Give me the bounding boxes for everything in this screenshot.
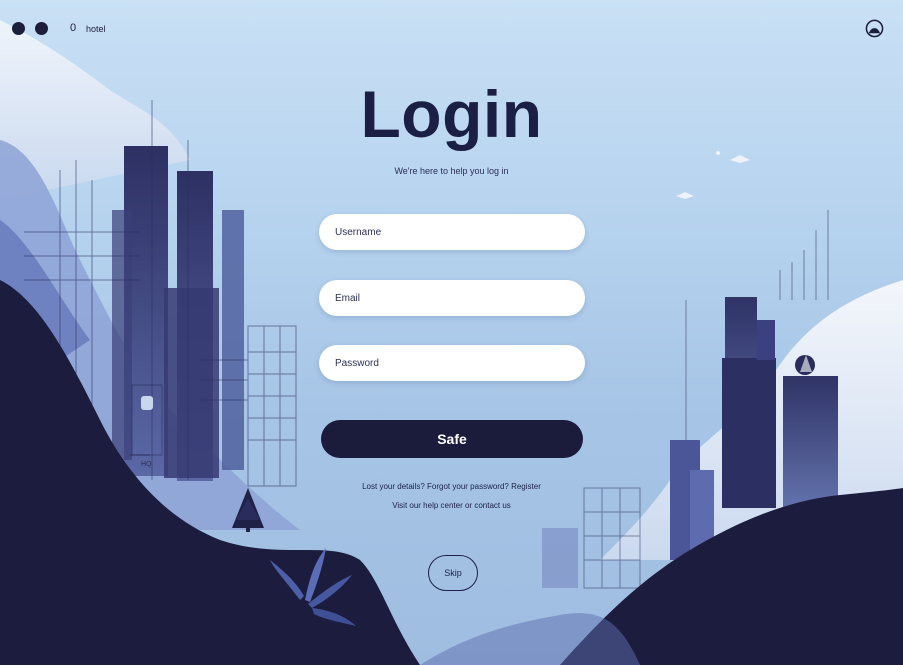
submit-button[interactable]: Safe [321, 420, 583, 458]
password-input[interactable] [319, 345, 585, 381]
forgot-password-link[interactable]: Lost your details? Forgot your password?… [0, 482, 903, 491]
top-bar: 0 hotel [0, 0, 903, 60]
header-counter: 0 [70, 22, 77, 34]
page-title: Login [360, 77, 543, 151]
window-dot-icon[interactable] [12, 22, 25, 35]
skip-button[interactable]: Skip [428, 555, 478, 591]
page-subtitle: We're here to help you log in [394, 166, 509, 176]
help-center-link[interactable]: Visit our help center or contact us [0, 501, 903, 510]
window-dot-icon[interactable] [35, 22, 48, 35]
email-input[interactable] [319, 280, 585, 316]
email-field[interactable] [319, 280, 585, 316]
username-field[interactable] [319, 214, 585, 250]
user-circle-icon[interactable] [865, 19, 884, 38]
header-label: hotel [86, 24, 106, 34]
username-input[interactable] [319, 214, 585, 250]
password-field[interactable] [319, 345, 585, 381]
login-page: 0 hotel Login We're here to help you log… [0, 0, 903, 665]
building-label: HQ [141, 461, 152, 468]
